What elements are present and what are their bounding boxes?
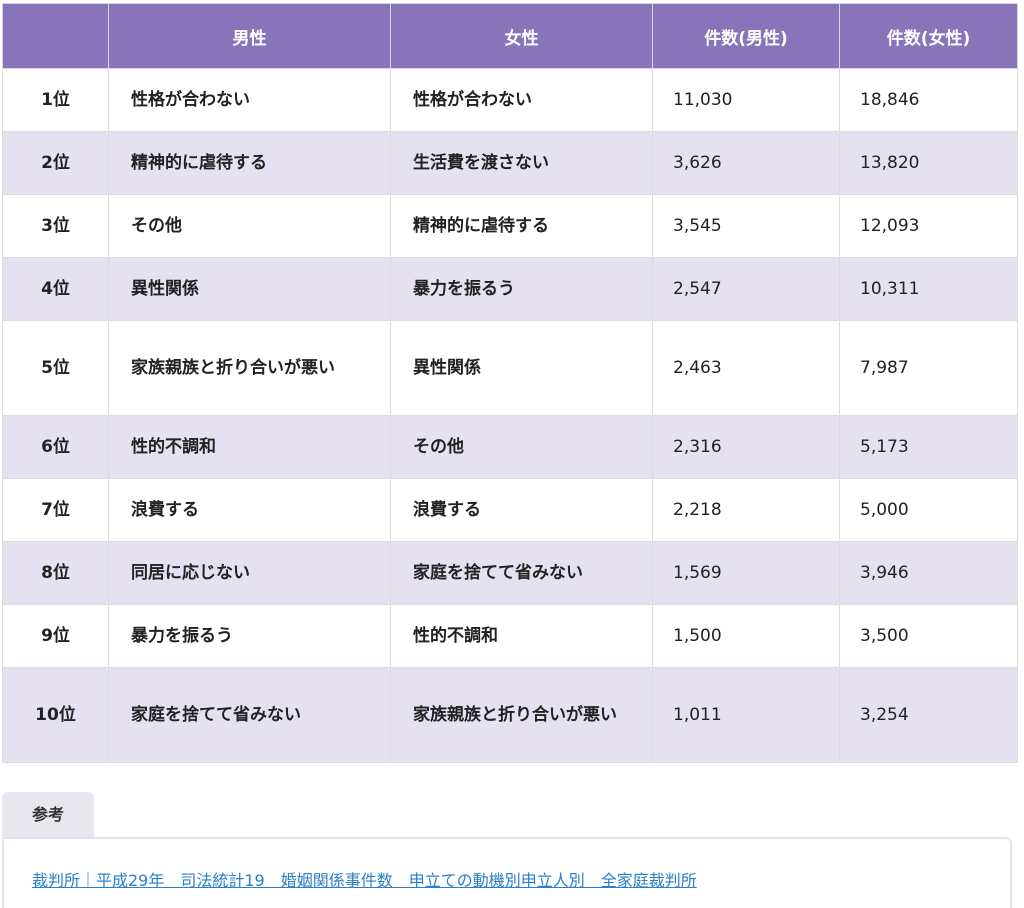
count-female-cell: 13,820 [839,131,1018,195]
female-reason-cell: 生活費を渡さない [390,131,653,195]
male-reason-cell: 暴力を振るう [108,604,391,668]
female-reason-cell: 家族親族と折り合いが悪い [390,667,653,763]
table-row: 1位 性格が合わない 性格が合わない 11,030 18,846 [2,68,1018,132]
count-male-cell: 2,316 [652,415,840,479]
table-row: 8位 同居に応じない 家庭を捨てて省みない 1,569 3,946 [2,541,1018,605]
rank-cell: 9位 [2,604,109,668]
reference-source-link[interactable]: 裁判所｜平成29年 司法統計19 婚姻関係事件数 申立ての動機別申立人別 全家庭… [32,867,697,891]
header-rank [2,3,109,69]
table-header-row: 男性 女性 件数(男性) 件数(女性) [2,3,1018,69]
count-female-cell: 12,093 [839,194,1018,258]
count-female-cell: 10,311 [839,257,1018,321]
male-reason-cell: 浪費する [108,478,391,542]
male-reason-cell: 性的不調和 [108,415,391,479]
count-male-cell: 2,218 [652,478,840,542]
female-reason-cell: 性的不調和 [390,604,653,668]
rank-cell: 5位 [2,320,109,416]
table-row: 6位 性的不調和 その他 2,316 5,173 [2,415,1018,479]
female-reason-cell: 性格が合わない [390,68,653,132]
table-row: 7位 浪費する 浪費する 2,218 5,000 [2,478,1018,542]
rank-cell: 10位 [2,667,109,763]
header-count-female: 件数(女性) [839,3,1018,69]
count-male-cell: 1,011 [652,667,840,763]
male-reason-cell: 異性関係 [108,257,391,321]
rank-cell: 4位 [2,257,109,321]
female-reason-cell: 異性関係 [390,320,653,416]
count-male-cell: 11,030 [652,68,840,132]
count-female-cell: 7,987 [839,320,1018,416]
count-female-cell: 5,000 [839,478,1018,542]
rank-cell: 1位 [2,68,109,132]
male-reason-cell: 精神的に虐待する [108,131,391,195]
count-female-cell: 18,846 [839,68,1018,132]
header-count-male: 件数(男性) [652,3,840,69]
female-reason-cell: 家庭を捨てて省みない [390,541,653,605]
rank-cell: 6位 [2,415,109,479]
table-row: 2位 精神的に虐待する 生活費を渡さない 3,626 13,820 [2,131,1018,195]
rank-cell: 8位 [2,541,109,605]
male-reason-cell: その他 [108,194,391,258]
female-reason-cell: 精神的に虐待する [390,194,653,258]
male-reason-cell: 同居に応じない [108,541,391,605]
reference-tab-label: 参考 [2,792,94,838]
female-reason-cell: 暴力を振るう [390,257,653,321]
count-male-cell: 2,463 [652,320,840,416]
count-male-cell: 3,545 [652,194,840,258]
count-female-cell: 3,500 [839,604,1018,668]
male-reason-cell: 家庭を捨てて省みない [108,667,391,763]
female-reason-cell: 浪費する [390,478,653,542]
reference-box: 裁判所｜平成29年 司法統計19 婚姻関係事件数 申立ての動機別申立人別 全家庭… [2,837,1012,908]
rank-cell: 3位 [2,194,109,258]
table-row: 10位 家庭を捨てて省みない 家族親族と折り合いが悪い 1,011 3,254 [2,667,1018,763]
header-female: 女性 [390,3,653,69]
count-female-cell: 5,173 [839,415,1018,479]
count-female-cell: 3,254 [839,667,1018,763]
count-male-cell: 3,626 [652,131,840,195]
count-female-cell: 3,946 [839,541,1018,605]
divorce-reason-ranking-table: 男性 女性 件数(男性) 件数(女性) 1位 性格が合わない 性格が合わない 1… [2,3,1018,763]
table-row: 5位 家族親族と折り合いが悪い 異性関係 2,463 7,987 [2,320,1018,416]
count-male-cell: 1,569 [652,541,840,605]
male-reason-cell: 家族親族と折り合いが悪い [108,320,391,416]
page: 男性 女性 件数(男性) 件数(女性) 1位 性格が合わない 性格が合わない 1… [0,0,1024,908]
table-row: 4位 異性関係 暴力を振るう 2,547 10,311 [2,257,1018,321]
table-row: 9位 暴力を振るう 性的不調和 1,500 3,500 [2,604,1018,668]
female-reason-cell: その他 [390,415,653,479]
rank-cell: 2位 [2,131,109,195]
count-male-cell: 2,547 [652,257,840,321]
header-male: 男性 [108,3,391,69]
count-male-cell: 1,500 [652,604,840,668]
table-row: 3位 その他 精神的に虐待する 3,545 12,093 [2,194,1018,258]
male-reason-cell: 性格が合わない [108,68,391,132]
rank-cell: 7位 [2,478,109,542]
